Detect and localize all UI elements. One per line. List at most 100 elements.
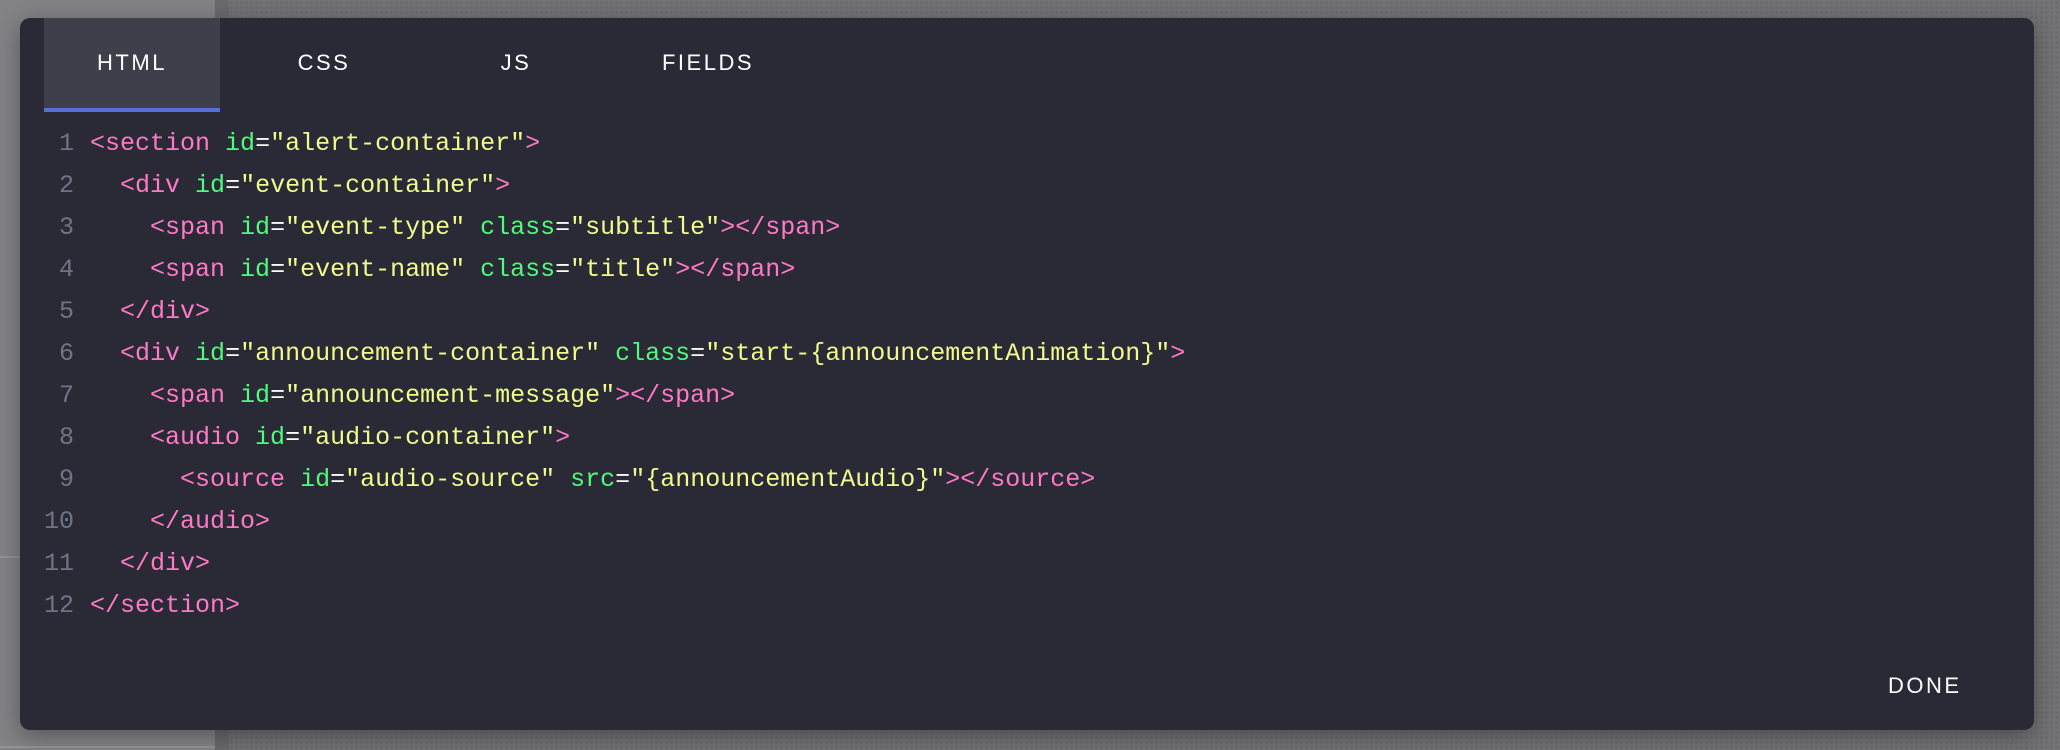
code-token: </div> — [120, 296, 211, 326]
code-token: = — [270, 212, 286, 242]
code-text: <span id="event-name" class="title"></sp… — [90, 255, 795, 284]
tab-js[interactable]: JS — [428, 18, 604, 112]
code-token: > — [495, 170, 511, 200]
done-button[interactable]: DONE — [1888, 668, 1962, 704]
code-token: <span — [150, 212, 226, 242]
line-number: 2 — [58, 170, 74, 200]
code-line: 7 <span id="announcement-message"></span… — [20, 374, 2034, 416]
code-token: = — [225, 170, 241, 200]
code-token: = — [225, 338, 241, 368]
code-text: </div> — [90, 297, 210, 326]
code-token: = — [615, 464, 631, 494]
code-token: class — [480, 254, 556, 284]
line-number: 11 — [43, 548, 74, 578]
code-token: <span — [150, 254, 226, 284]
line-number: 4 — [58, 254, 74, 284]
code-token: </div> — [120, 548, 211, 578]
tab-fields[interactable]: FIELDS — [620, 18, 796, 112]
code-token: <span — [150, 380, 226, 410]
code-token: "event-name" — [285, 254, 466, 284]
code-token: = — [555, 254, 571, 284]
code-line: 8 <audio id="audio-container"> — [20, 416, 2034, 458]
code-token: > — [555, 422, 571, 452]
code-text: </div> — [90, 549, 210, 578]
code-editor[interactable]: 1 <section id="alert-container"> 2 <div id… — [20, 122, 2034, 622]
code-text: <section id="alert-container"> — [90, 129, 540, 158]
code-token: <div — [120, 338, 181, 368]
tab-html[interactable]: HTML — [44, 18, 220, 112]
code-line: 5 </div> — [20, 290, 2034, 332]
code-token: ></span> — [675, 254, 796, 284]
code-token: "announcement-message" — [285, 380, 616, 410]
code-line: 9 <source id="audio-source" src="{announ… — [20, 458, 2034, 500]
code-line: 6 <div id="announcement-container" class… — [20, 332, 2034, 374]
code-token: "subtitle" — [570, 212, 721, 242]
code-token: = — [270, 380, 286, 410]
tab-css[interactable]: CSS — [236, 18, 412, 112]
code-token: ></span> — [615, 380, 736, 410]
code-token: src — [570, 464, 616, 494]
code-editor-dialog: HTML CSS JS FIELDS 1 <section id="alert-c… — [20, 18, 2034, 730]
code-token: = — [330, 464, 346, 494]
line-number: 1 — [58, 128, 74, 158]
line-number: 7 — [58, 380, 74, 410]
code-token: > — [1170, 338, 1186, 368]
code-line: 3 <span id="event-type" class="subtitle"… — [20, 206, 2034, 248]
line-number: 10 — [43, 506, 74, 536]
code-token: "announcement-container" — [240, 338, 601, 368]
code-token: "title" — [570, 254, 676, 284]
code-token: "event-container" — [240, 170, 496, 200]
code-token: <source — [180, 464, 286, 494]
code-token: id — [240, 380, 271, 410]
code-token: ></source> — [945, 464, 1096, 494]
code-token: = — [555, 212, 571, 242]
backdrop-divider — [0, 746, 215, 748]
code-text: </section> — [90, 591, 240, 620]
code-token: <section — [90, 128, 211, 158]
code-token: id — [240, 212, 271, 242]
code-token: = — [690, 338, 706, 368]
code-token: "audio-source" — [345, 464, 556, 494]
code-token: class — [480, 212, 556, 242]
code-line: 1 <section id="alert-container"> — [20, 122, 2034, 164]
code-token: > — [525, 128, 541, 158]
code-token: = — [285, 422, 301, 452]
code-token: "event-type" — [285, 212, 466, 242]
code-token: id — [300, 464, 331, 494]
code-token: id — [255, 422, 286, 452]
code-line: 2 <div id="event-container"> — [20, 164, 2034, 206]
line-number: 6 — [58, 338, 74, 368]
code-token: <div — [120, 170, 181, 200]
code-token: ></span> — [720, 212, 841, 242]
code-token: class — [615, 338, 691, 368]
code-token: "alert-container" — [270, 128, 526, 158]
code-token: id — [195, 170, 226, 200]
code-token: "{announcementAudio}" — [630, 464, 946, 494]
code-text: <audio id="audio-container"> — [90, 423, 570, 452]
code-line: 12 </section> — [20, 584, 2034, 626]
line-number: 3 — [58, 212, 74, 242]
code-token: id — [195, 338, 226, 368]
code-token: </section> — [90, 590, 241, 620]
code-token: "audio-container" — [300, 422, 556, 452]
code-text: <span id="announcement-message"></span> — [90, 381, 735, 410]
code-token: </audio> — [150, 506, 271, 536]
